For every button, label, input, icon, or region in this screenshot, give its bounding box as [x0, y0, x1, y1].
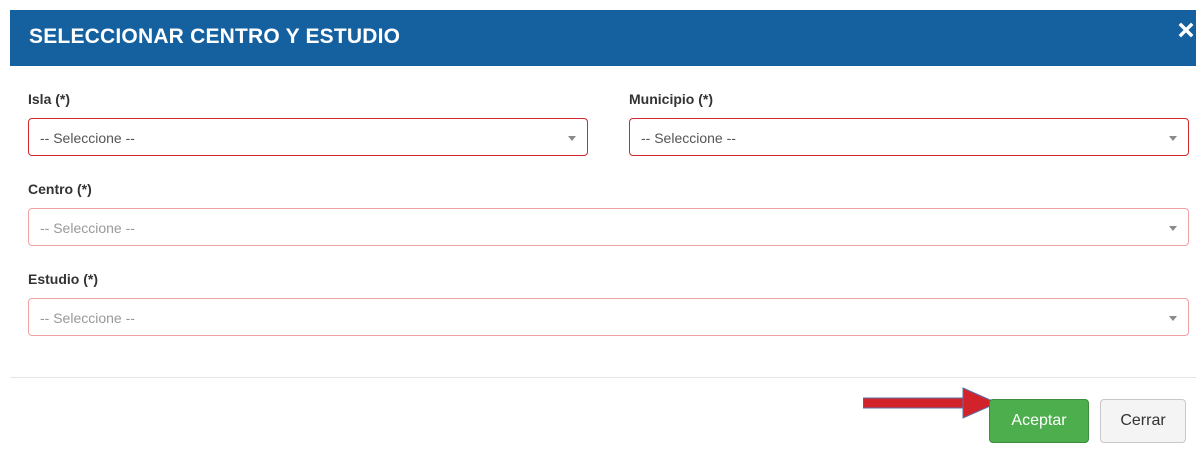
chevron-down-icon: [1169, 226, 1177, 231]
close-icon[interactable]: [1178, 22, 1194, 38]
centro-select[interactable]: -- Seleccione --: [28, 208, 1189, 246]
municipio-selected-value: -- Seleccione --: [641, 130, 736, 146]
centro-label: Centro (*): [28, 181, 92, 197]
estudio-placeholder: -- Seleccione --: [40, 310, 135, 326]
estudio-select[interactable]: -- Seleccione --: [28, 298, 1189, 336]
isla-label: Isla (*): [28, 91, 71, 107]
chevron-down-icon: [1169, 316, 1177, 321]
footer-divider: [10, 377, 1196, 378]
red-arrow-icon: [863, 387, 999, 419]
chevron-down-icon: [1169, 136, 1177, 141]
isla-select[interactable]: -- Seleccione --: [28, 118, 588, 156]
estudio-label: Estudio (*): [28, 271, 98, 287]
chevron-down-icon: [568, 136, 576, 141]
close-button[interactable]: Cerrar: [1100, 399, 1186, 443]
accept-button[interactable]: Aceptar: [989, 399, 1089, 443]
dialog-header: SELECCIONAR CENTRO Y ESTUDIO: [10, 10, 1196, 66]
municipio-label: Municipio (*): [629, 91, 713, 107]
isla-selected-value: -- Seleccione --: [40, 130, 135, 146]
select-center-dialog: SELECCIONAR CENTRO Y ESTUDIO Isla (*) --…: [10, 0, 1196, 451]
dialog-title: SELECCIONAR CENTRO Y ESTUDIO: [29, 25, 401, 48]
municipio-select[interactable]: -- Seleccione --: [629, 118, 1189, 156]
centro-placeholder: -- Seleccione --: [40, 220, 135, 236]
